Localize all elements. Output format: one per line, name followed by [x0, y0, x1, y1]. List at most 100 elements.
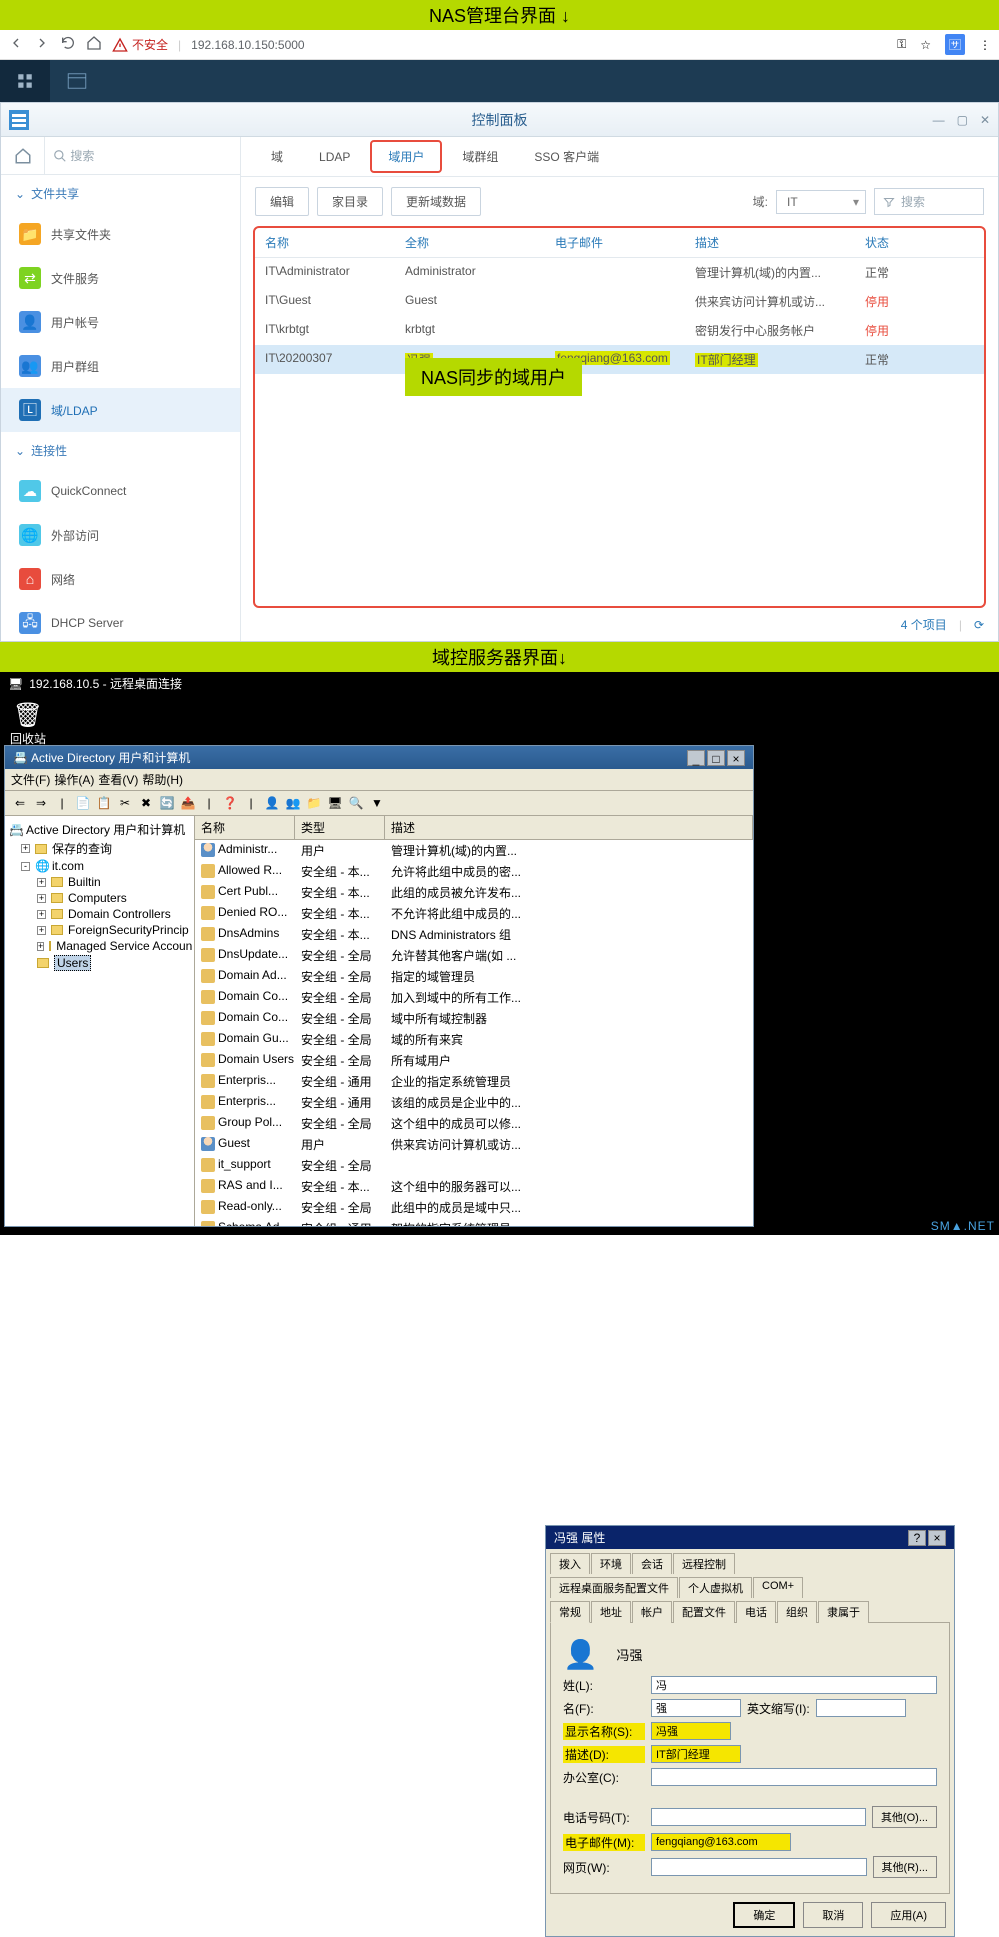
tab-domain[interactable]: 域: [255, 142, 299, 171]
tab-domain-groups[interactable]: 域群组: [446, 142, 514, 171]
lcol-name[interactable]: 名称: [195, 816, 295, 839]
aduc-max-icon[interactable]: □: [707, 750, 725, 766]
tb-export-icon[interactable]: 📤: [179, 794, 197, 812]
domain-dropdown[interactable]: IT: [776, 190, 866, 214]
tree-item[interactable]: +Builtin: [9, 874, 190, 890]
menu-file[interactable]: 文件(F): [11, 771, 50, 788]
tb-filter-icon[interactable]: ▼: [368, 794, 386, 812]
dsm-apps-button[interactable]: [0, 60, 50, 102]
menu-action[interactable]: 操作(A): [54, 771, 94, 788]
tb-fwd-icon[interactable]: ⇒: [32, 794, 50, 812]
menu-help[interactable]: 帮助(H): [142, 771, 183, 788]
prop-tab[interactable]: 拨入: [550, 1553, 590, 1574]
list-row[interactable]: DnsAdmins安全组 - 本...DNS Administrators 组: [195, 924, 753, 945]
col-email[interactable]: 电子邮件: [555, 234, 695, 251]
list-row[interactable]: RAS and I...安全组 - 本...这个组中的服务器可以...: [195, 1176, 753, 1197]
forward-icon[interactable]: [34, 35, 50, 54]
list-row[interactable]: Guest用户供来宾访问计算机或访...: [195, 1134, 753, 1155]
input-initials[interactable]: [816, 1699, 906, 1717]
list-row[interactable]: DnsUpdate...安全组 - 全局允许替其他客户端(如 ...: [195, 945, 753, 966]
prop-tab[interactable]: 地址: [591, 1601, 631, 1623]
input-phone[interactable]: [651, 1808, 866, 1826]
tb-find-icon[interactable]: 🔍: [347, 794, 365, 812]
prop-tab[interactable]: 帐户: [632, 1601, 672, 1623]
btn-web-other[interactable]: 其他(R)...: [873, 1856, 937, 1878]
col-desc[interactable]: 描述: [695, 234, 865, 251]
update-domain-button[interactable]: 更新域数据: [391, 187, 481, 216]
prop-tab[interactable]: 远程桌面服务配置文件: [550, 1577, 678, 1598]
list-row[interactable]: Domain Co...安全组 - 全局域中所有域控制器: [195, 1008, 753, 1029]
sidebar-home-button[interactable]: [1, 137, 45, 174]
sidebar-user[interactable]: 👤用户帐号: [1, 300, 240, 344]
maximize-icon[interactable]: ▢: [957, 113, 968, 127]
prop-tab[interactable]: 常规: [550, 1601, 590, 1623]
list-row[interactable]: it_support安全组 - 全局: [195, 1155, 753, 1176]
prop-help-icon[interactable]: ?: [908, 1530, 926, 1546]
reload-icon[interactable]: [60, 35, 76, 54]
dsm-window-button[interactable]: [52, 60, 102, 102]
tb-help-icon[interactable]: ❓: [221, 794, 239, 812]
tb-user-icon[interactable]: 👤: [263, 794, 281, 812]
list-row[interactable]: Schema Ad...安全组 - 通用架构的指定系统管理员: [195, 1218, 753, 1226]
tree-item[interactable]: +Computers: [9, 890, 190, 906]
list-row[interactable]: Cert Publ...安全组 - 本...此组的成员被允许发布...: [195, 882, 753, 903]
tb-cut-icon[interactable]: ✂: [116, 794, 134, 812]
tb-computer-icon[interactable]: 🖥: [326, 794, 344, 812]
key-icon[interactable]: ⚿: [897, 37, 906, 52]
list-row[interactable]: Domain Co...安全组 - 全局加入到域中的所有工作...: [195, 987, 753, 1008]
lcol-desc[interactable]: 描述: [385, 816, 753, 839]
btn-phone-other[interactable]: 其他(O)...: [872, 1806, 937, 1828]
tree-root[interactable]: 📇Active Directory 用户和计算机: [9, 820, 190, 839]
col-fullname[interactable]: 全称: [405, 234, 555, 251]
home-dir-button[interactable]: 家目录: [317, 187, 383, 216]
col-status[interactable]: 状态: [865, 234, 935, 251]
input-email[interactable]: [651, 1833, 791, 1851]
tree-item[interactable]: +Managed Service Accoun: [9, 938, 190, 954]
table-row[interactable]: IT\GuestGuest供来宾访问计算机或访...停用: [255, 287, 984, 316]
aduc-min-icon[interactable]: _: [687, 750, 705, 766]
sidebar-quickconnect[interactable]: ☁QuickConnect: [1, 469, 240, 513]
filter-input[interactable]: 搜索: [874, 188, 984, 215]
tb-up-icon[interactable]: 📄: [74, 794, 92, 812]
input-surname[interactable]: [651, 1676, 937, 1694]
home-icon[interactable]: [86, 35, 102, 54]
sidebar-shared-folder[interactable]: 📁共享文件夹: [1, 212, 240, 256]
tree-item[interactable]: +Domain Controllers: [9, 906, 190, 922]
input-given[interactable]: [651, 1699, 741, 1717]
table-row[interactable]: IT\AdministratorAdministrator管理计算机(域)的内置…: [255, 258, 984, 287]
menu-icon[interactable]: ⋮: [979, 38, 991, 52]
tree-item[interactable]: Users: [9, 954, 190, 972]
btn-ok[interactable]: 确定: [733, 1902, 795, 1928]
edit-button[interactable]: 编辑: [255, 187, 309, 216]
sidebar-external-access[interactable]: 🌐外部访问: [1, 513, 240, 557]
btn-apply[interactable]: 应用(A): [871, 1902, 946, 1928]
tb-ou-icon[interactable]: 📁: [305, 794, 323, 812]
tb-refresh-icon[interactable]: 🔄: [158, 794, 176, 812]
sidebar-group-connectivity[interactable]: ⌄连接性: [1, 432, 240, 469]
input-web[interactable]: [651, 1858, 867, 1876]
menu-view[interactable]: 查看(V): [98, 771, 138, 788]
sidebar-group[interactable]: 👥用户群组: [1, 344, 240, 388]
input-desc[interactable]: [651, 1745, 741, 1763]
list-row[interactable]: Domain Gu...安全组 - 全局域的所有来宾: [195, 1029, 753, 1050]
star-icon[interactable]: ☆: [920, 38, 931, 52]
prop-tab[interactable]: COM+: [753, 1577, 803, 1598]
prop-tab[interactable]: 组织: [777, 1601, 817, 1623]
aduc-tree[interactable]: 📇Active Directory 用户和计算机 +保存的查询 -🌐it.com…: [5, 816, 195, 1226]
tb-delete-icon[interactable]: ✖: [137, 794, 155, 812]
tab-ldap[interactable]: LDAP: [303, 144, 366, 170]
list-row[interactable]: Domain Ad...安全组 - 全局指定的域管理员: [195, 966, 753, 987]
tab-domain-users[interactable]: 域用户: [370, 140, 442, 173]
translate-icon[interactable]: 🈂: [945, 34, 965, 55]
refresh-icon[interactable]: ⟳: [974, 618, 984, 632]
lcol-type[interactable]: 类型: [295, 816, 385, 839]
prop-tab[interactable]: 隶属于: [818, 1601, 869, 1623]
back-icon[interactable]: [8, 35, 24, 54]
tree-saved-queries[interactable]: +保存的查询: [9, 839, 190, 858]
prop-tab[interactable]: 个人虚拟机: [679, 1577, 752, 1598]
prop-tab[interactable]: 电话: [736, 1601, 776, 1623]
sidebar-network[interactable]: ⌂网络: [1, 557, 240, 601]
aduc-close-icon[interactable]: ×: [727, 750, 745, 766]
table-row[interactable]: IT\krbtgtkrbtgt密钥发行中心服务帐户停用: [255, 316, 984, 345]
sidebar-search[interactable]: 搜索: [45, 137, 240, 174]
